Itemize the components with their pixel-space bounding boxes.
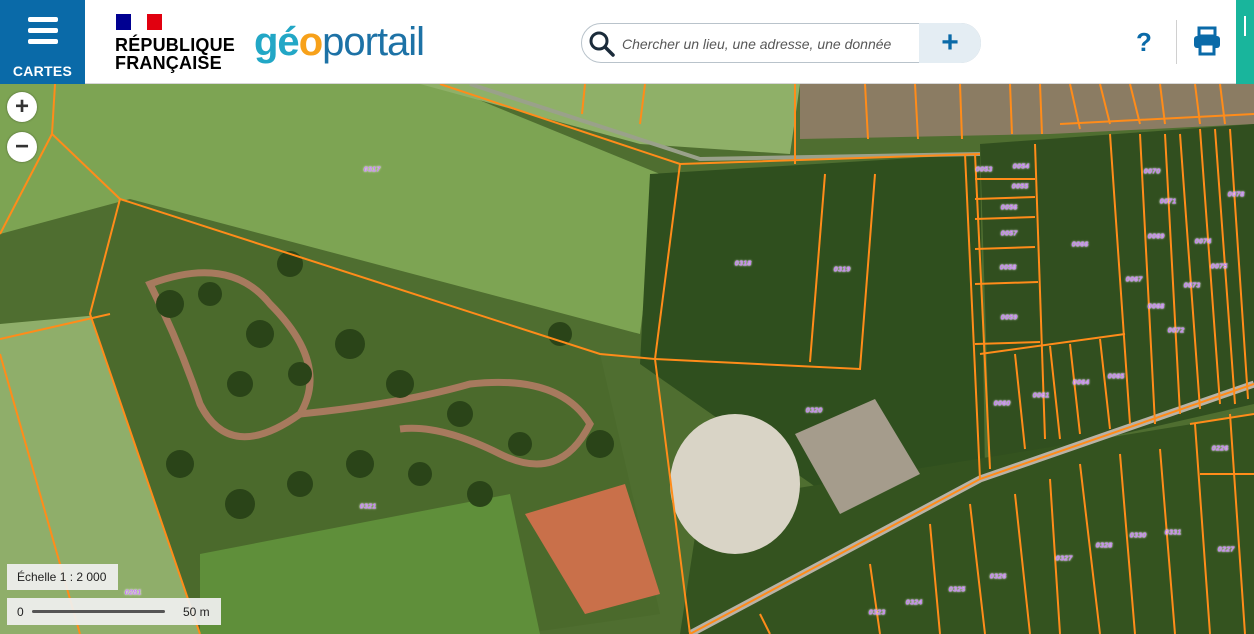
parcel-label: 0331 [1164, 527, 1182, 537]
scale-distance: 50 m [183, 605, 210, 619]
help-icon[interactable]: ? [1136, 27, 1152, 58]
search-icon[interactable] [588, 30, 616, 58]
parcel-label: 0067 [1125, 274, 1143, 284]
parcel-label: 0326 [989, 571, 1007, 581]
parcel-label: 0061 [1032, 390, 1050, 400]
brand-geo: gé [254, 20, 300, 64]
map-view[interactable]: + − 0317 0318 0319 0320 0321 0053 0054 0055 0056… [0, 84, 1254, 634]
scale-zero: 0 [17, 605, 24, 619]
geoportail-logo[interactable]: géoportail [254, 18, 425, 66]
parcel-label: 0069 [1147, 231, 1165, 241]
marianne-logo [116, 14, 162, 30]
parcel-label: 0325 [948, 584, 966, 594]
parcel-label: 0319 [833, 264, 851, 274]
zoom-out-button[interactable]: − [7, 132, 37, 162]
parcel-label: 0070 [1143, 166, 1161, 176]
parcel-label: 0068 [1147, 301, 1165, 311]
parcel-label: 0074 [1194, 236, 1212, 246]
search-bar[interactable]: + [581, 23, 981, 63]
parcel-label: 0327 [1055, 553, 1073, 563]
print-icon[interactable] [1191, 25, 1223, 57]
parcel-label: 0066 [1071, 239, 1089, 249]
zoom-in-button[interactable]: + [7, 92, 37, 122]
rf-line1: RÉPUBLIQUE [115, 35, 236, 55]
header: CARTES RÉPUBLIQUE FRANÇAISE géoportail +… [0, 0, 1254, 84]
parcel-label: 0056 [1000, 202, 1018, 212]
parcel-label: 0321 [359, 501, 377, 511]
brand-o: o [298, 20, 323, 64]
parcel-label: 0054 [1012, 161, 1030, 171]
parcel-label: 0059 [1000, 312, 1018, 322]
parcel-label: 0055 [1011, 181, 1029, 191]
menu-label: CARTES [12, 63, 73, 79]
parcel-label: 0060 [993, 398, 1011, 408]
parcel-label: 0053 [975, 164, 993, 174]
parcel-label: 0057 [1000, 228, 1018, 238]
parcel-label: 0226 [1211, 443, 1229, 453]
parcel-label: 0328 [1095, 540, 1113, 550]
parcel-label: 0075 [1210, 261, 1228, 271]
parcel-label: 0064 [1072, 377, 1090, 387]
maps-menu-button[interactable]: CARTES [0, 0, 85, 84]
header-divider [1176, 20, 1177, 64]
parcel-label: 0324 [905, 597, 923, 607]
parcel-label: 0058 [999, 262, 1017, 272]
search-input[interactable] [622, 33, 902, 55]
scale-ratio: Échelle 1 : 2 000 [7, 564, 118, 590]
scale-bar: 0 50 m [7, 598, 221, 625]
brand-portail: portail [322, 20, 425, 64]
side-panel-handle[interactable] [1236, 0, 1254, 84]
parcel-label: 0281 [124, 587, 142, 597]
aerial-imagery [0, 84, 1254, 634]
parcel-label: 0323 [868, 607, 886, 617]
parcel-label: 0320 [805, 405, 823, 415]
parcel-label: 0227 [1217, 544, 1235, 554]
republique-francaise-logo: RÉPUBLIQUE FRANÇAISE [115, 12, 235, 74]
parcel-label: 0318 [734, 258, 752, 268]
parcel-label: 0073 [1183, 280, 1201, 290]
menu-icon [27, 17, 58, 45]
parcel-label: 0330 [1129, 530, 1147, 540]
parcel-label: 0078 [1227, 189, 1245, 199]
parcel-label: 0071 [1159, 196, 1177, 206]
plus-icon[interactable]: + [919, 23, 981, 63]
scale-line [32, 610, 165, 613]
parcel-label: 0065 [1107, 371, 1125, 381]
parcel-label: 0317 [363, 164, 381, 174]
rf-line2: FRANÇAISE [115, 53, 222, 73]
parcel-label: 0072 [1167, 325, 1185, 335]
